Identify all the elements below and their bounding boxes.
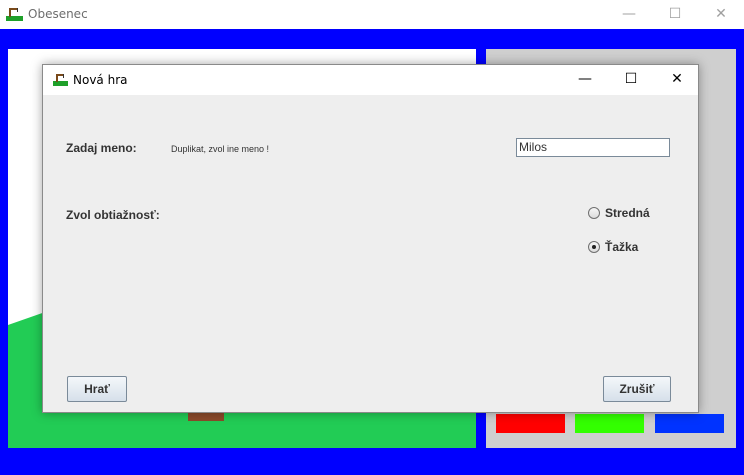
minimize-icon[interactable]: —	[606, 0, 652, 29]
new-game-dialog: Nová hra — ☐ ✕ Zadaj meno: Duplikat, zvo…	[42, 64, 699, 413]
close-icon[interactable]: ✕	[654, 65, 700, 95]
gallows-icon	[6, 8, 23, 21]
radio-label-hard: Ťažka	[605, 240, 639, 254]
color-swatch-green[interactable]	[575, 414, 644, 433]
maximize-icon[interactable]: ☐	[608, 65, 654, 95]
difficulty-label: Zvol obtiažnosť:	[66, 208, 160, 222]
radio-dot	[592, 245, 596, 249]
color-swatch-blue[interactable]	[655, 414, 724, 433]
close-icon[interactable]: ✕	[698, 0, 744, 29]
minimize-icon[interactable]: —	[562, 65, 608, 95]
maximize-icon[interactable]: ☐	[652, 0, 698, 29]
name-input[interactable]: Milos	[516, 138, 670, 157]
name-error-message: Duplikat, zvol ine meno !	[171, 144, 270, 154]
gallows-icon	[53, 74, 68, 86]
name-label: Zadaj meno:	[66, 141, 137, 155]
radio-unchecked-icon[interactable]	[588, 207, 600, 219]
main-titlebar: Obesenec — ☐ ✕	[0, 0, 744, 29]
play-button[interactable]: Hrať	[67, 376, 127, 402]
main-window-title: Obesenec	[28, 7, 88, 21]
radio-label-medium: Stredná	[605, 206, 650, 220]
cancel-button[interactable]: Zrušiť	[603, 376, 671, 402]
dialog-title: Nová hra	[73, 73, 128, 87]
dialog-titlebar: Nová hra — ☐ ✕	[43, 65, 698, 95]
color-swatch-red[interactable]	[496, 414, 565, 433]
radio-checked-icon[interactable]	[588, 241, 600, 253]
